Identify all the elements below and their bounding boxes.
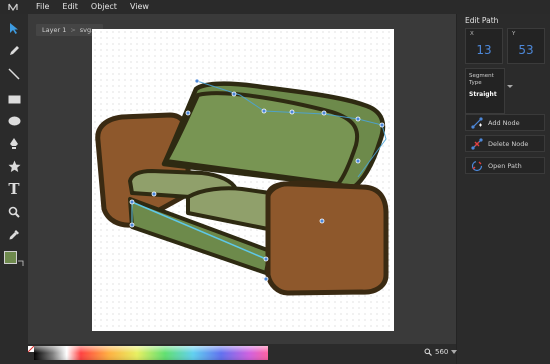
zoom-icon	[424, 348, 432, 356]
right-armrest	[265, 181, 389, 296]
open-path-icon	[471, 160, 483, 172]
menu-edit[interactable]: Edit	[62, 0, 78, 14]
app-logo-icon[interactable]	[0, 0, 26, 14]
eyedropper-icon[interactable]	[4, 225, 24, 245]
star-icon[interactable]	[4, 156, 24, 176]
pencil-icon[interactable]	[4, 41, 24, 61]
menu-file[interactable]: File	[36, 0, 49, 14]
path-node	[231, 91, 237, 97]
x-coordinate-field[interactable]: X 13	[465, 28, 503, 64]
y-label: Y	[512, 31, 516, 37]
swap-colors-icon[interactable]	[18, 251, 24, 266]
menu-view[interactable]: View	[130, 0, 149, 14]
delete-node-button[interactable]: Delete Node	[465, 135, 545, 152]
delete-node-icon	[471, 137, 483, 150]
panel-title: Edit Path	[465, 16, 499, 25]
drawing-canvas[interactable]	[92, 29, 394, 331]
delete-node-label: Delete Node	[488, 139, 529, 148]
add-node-label: Add Node	[488, 118, 520, 127]
pen-icon[interactable]	[4, 133, 24, 153]
rectangle-icon[interactable]	[4, 89, 24, 109]
method-draw-app: File Edit Object View T Layer 1 > svg...…	[0, 0, 550, 364]
chevron-down-icon[interactable]	[507, 85, 513, 88]
couch-drawing[interactable]	[92, 29, 394, 331]
tool-bar: T	[0, 14, 28, 364]
path-node	[194, 78, 200, 84]
path-node	[261, 108, 267, 114]
path-node	[151, 191, 157, 197]
path-node	[379, 122, 385, 128]
menu-object[interactable]: Object	[91, 0, 117, 14]
chevron-down-icon	[451, 350, 458, 354]
path-node	[129, 199, 135, 205]
path-node	[319, 218, 325, 224]
path-node	[355, 116, 361, 122]
zoom-value: 560	[435, 348, 449, 356]
y-value[interactable]: 53	[508, 43, 544, 57]
menu-bar: File Edit Object View	[0, 0, 550, 14]
path-node	[263, 256, 269, 262]
y-coordinate-field[interactable]: Y 53	[507, 28, 545, 64]
path-node	[129, 222, 135, 228]
layer-name: Layer 1	[42, 26, 67, 34]
bottom-bar: 560	[28, 344, 458, 364]
open-path-button[interactable]: Open Path	[465, 157, 545, 174]
seat-cushion-right	[186, 186, 272, 231]
fill-color-swatch[interactable]	[4, 251, 17, 264]
path-node	[321, 110, 327, 116]
x-label: X	[470, 31, 474, 37]
path-node	[355, 158, 361, 164]
path-node	[263, 276, 269, 282]
line-icon[interactable]	[4, 64, 24, 84]
add-node-icon	[471, 116, 483, 129]
segment-type-select[interactable]: Segment Type Straight	[465, 68, 505, 114]
zoom-control[interactable]: 560	[424, 348, 458, 356]
open-path-label: Open Path	[488, 161, 522, 170]
x-value[interactable]: 13	[466, 43, 502, 57]
zoom-icon[interactable]	[4, 202, 24, 222]
segment-type-value: Straight	[469, 91, 497, 98]
segment-type-label: Segment Type	[469, 73, 494, 86]
ellipse-icon[interactable]	[4, 111, 24, 131]
canvas-workarea: Layer 1 > svg...	[28, 14, 456, 344]
breadcrumb-separator: >	[70, 26, 76, 34]
properties-panel: Edit Path X 13 Y 53 Segment Type Straigh…	[456, 14, 550, 364]
color-palette[interactable]	[28, 346, 268, 360]
select-icon[interactable]	[4, 18, 24, 38]
path-node	[289, 109, 295, 115]
text-icon[interactable]: T	[4, 179, 24, 199]
add-node-button[interactable]: Add Node	[465, 114, 545, 131]
path-node	[185, 110, 191, 116]
